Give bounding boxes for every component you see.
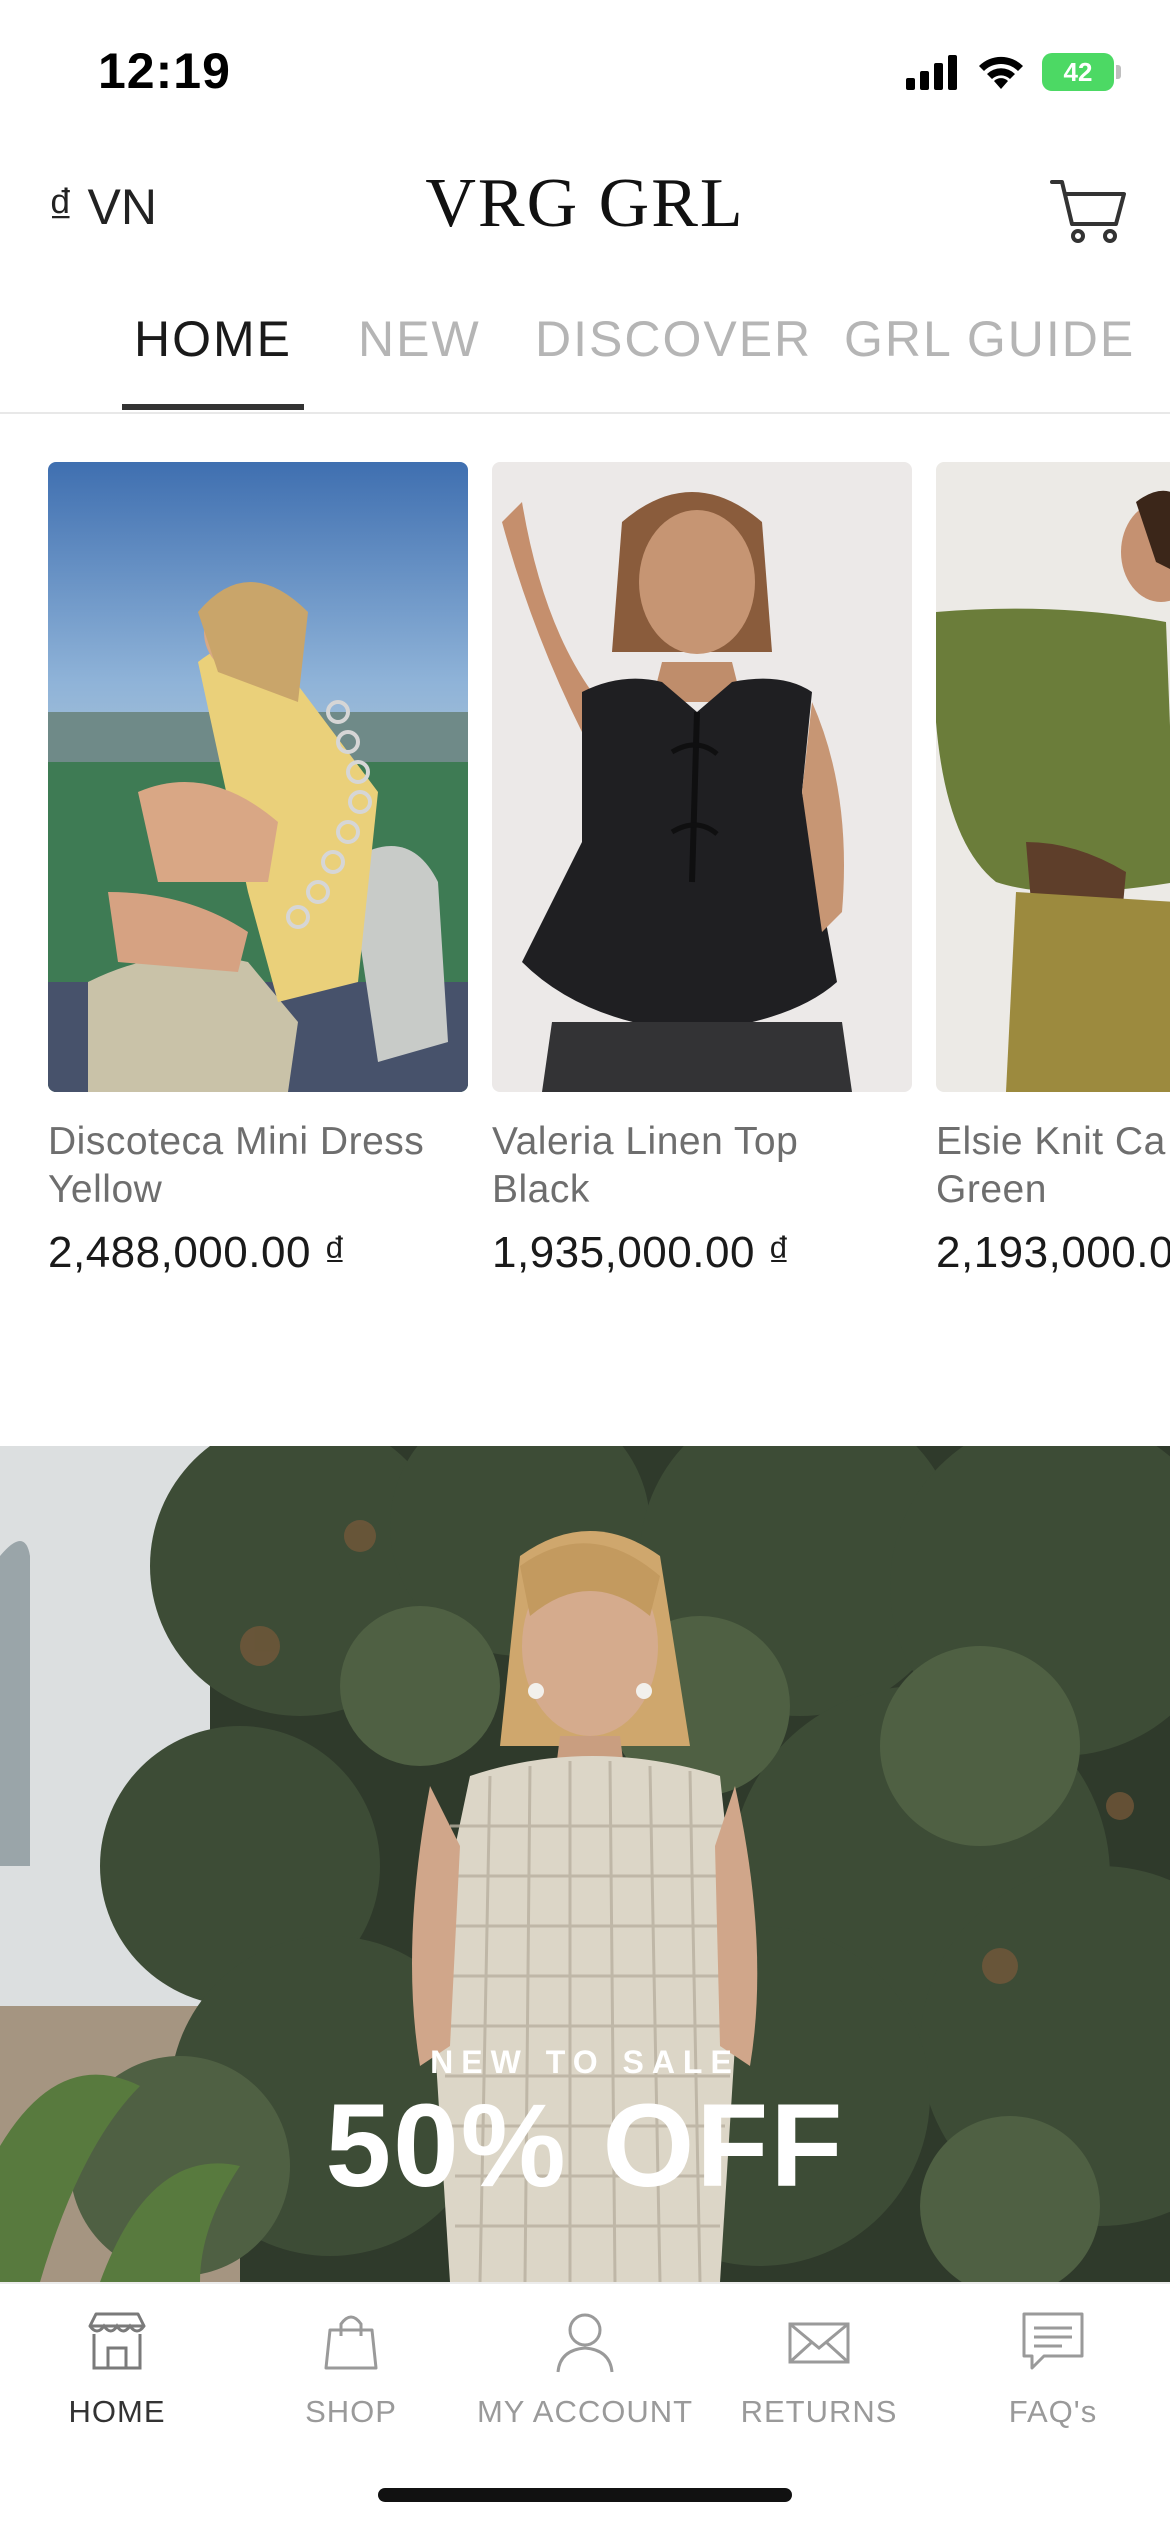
nav-label: FAQ's [1008, 2394, 1098, 2429]
app-header: ₫ VN VRG GRL [0, 150, 1170, 270]
product-price: 1,935,000.00 ₫ [492, 1228, 791, 1277]
brand-logo: VRG GRL [425, 165, 745, 242]
banner-eyebrow: NEW TO SALE [430, 2044, 740, 2080]
user-icon [556, 2313, 614, 2373]
nav-label: SHOP [305, 2394, 397, 2429]
nav-label: HOME [68, 2394, 166, 2429]
status-icons: 42 [906, 52, 1121, 92]
cart-icon[interactable] [1046, 168, 1130, 252]
status-bar: 12:19 42 [0, 0, 1170, 150]
product-image[interactable] [936, 462, 1170, 1092]
nav-my-account[interactable]: MY ACCOUNT [468, 2306, 702, 2430]
nav-label: MY ACCOUNT [476, 2394, 694, 2429]
product-image[interactable] [48, 462, 468, 1092]
active-tab-indicator [122, 404, 304, 410]
product-carousel[interactable]: Discoteca Mini Dress Yellow 2,488,000.00… [0, 462, 1170, 1312]
home-indicator [378, 2488, 792, 2502]
nav-returns[interactable]: RETURNS [702, 2306, 936, 2430]
sale-banner[interactable]: NEW TO SALE 50% OFF [0, 1446, 1170, 2282]
app-screen: 12:19 42 ₫ VN VRG GRL HOME NEW DISCOVER … [0, 0, 1170, 2532]
product-name: Discoteca Mini Dress [48, 1120, 425, 1163]
battery-icon: 42 [1042, 53, 1121, 91]
product-image[interactable] [492, 462, 912, 1092]
wifi-icon [979, 56, 1023, 89]
product-card[interactable]: Valeria Linen Top Black 1,935,000.00 ₫ [492, 462, 912, 1278]
envelope-icon [788, 2322, 850, 2364]
shopping-bag-icon [324, 2315, 378, 2370]
category-tabs: HOME NEW DISCOVER GRL GUIDE [0, 290, 1170, 414]
product-name: Valeria Linen Top [492, 1120, 799, 1163]
product-card[interactable]: Elsie Knit Ca Green 2,193,000.0 [936, 462, 1170, 1278]
product-variant: Black [492, 1168, 590, 1211]
signal-icon [906, 55, 957, 90]
nav-faqs[interactable]: FAQ's [936, 2306, 1170, 2430]
product-price: 2,488,000.00 ₫ [48, 1228, 347, 1277]
nav-label: RETURNS [740, 2394, 898, 2429]
store-icon [88, 2312, 146, 2370]
product-name: Elsie Knit Ca [936, 1120, 1166, 1163]
tab-new[interactable]: NEW [358, 310, 481, 368]
product-card[interactable]: Discoteca Mini Dress Yellow 2,488,000.00… [48, 462, 468, 1278]
nav-shop[interactable]: SHOP [234, 2306, 468, 2430]
chat-icon [1022, 2312, 1084, 2370]
nav-home[interactable]: HOME [0, 2306, 234, 2430]
banner-headline: 50% OFF [325, 2080, 845, 2212]
product-variant: Green [936, 1168, 1047, 1211]
status-time: 12:19 [98, 43, 231, 99]
product-price: 2,193,000.0 [936, 1228, 1170, 1277]
tab-discover[interactable]: DISCOVER [535, 310, 812, 368]
tab-grl-guide[interactable]: GRL GUIDE [844, 310, 1135, 368]
battery-level: 42 [1063, 56, 1093, 87]
tab-home[interactable]: HOME [134, 310, 292, 368]
product-variant: Yellow [48, 1168, 163, 1211]
